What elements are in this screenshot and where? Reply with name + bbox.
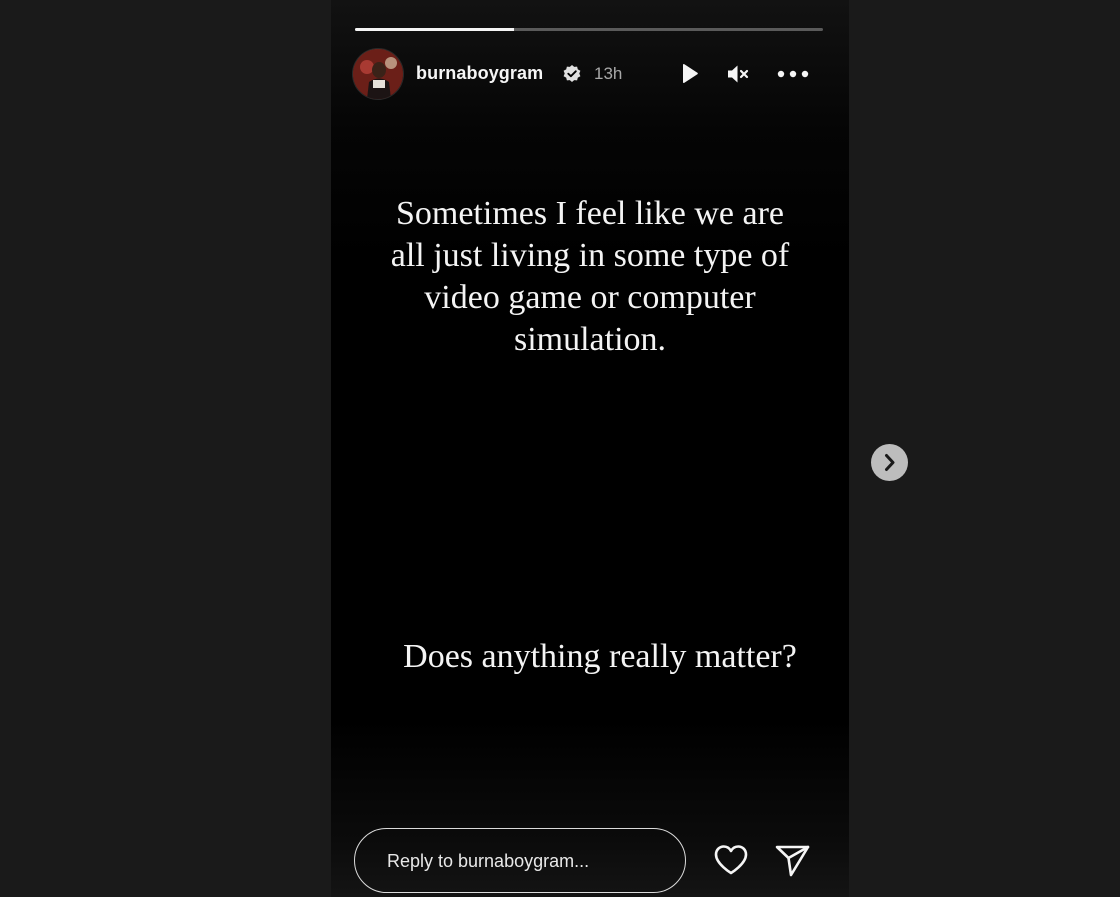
story-progress-fill xyxy=(355,28,515,31)
story-text-line: simulation. xyxy=(513,321,667,358)
reply-field-container[interactable] xyxy=(354,828,686,893)
story-text-main: Sometimes I feel like we are all just li… xyxy=(331,193,849,361)
story-text-line: Sometimes I feel like we are xyxy=(395,195,784,232)
story-card[interactable]: burnaboygram 13h Sometimes I feel like w… xyxy=(331,0,849,897)
muted-speaker-icon[interactable] xyxy=(725,61,751,87)
verified-badge-icon xyxy=(562,64,582,84)
story-text-line: video game or computer xyxy=(424,279,756,316)
story-progress-bar xyxy=(355,28,823,31)
story-header: burnaboygram 13h xyxy=(353,49,815,99)
play-icon[interactable] xyxy=(676,61,702,87)
story-timestamp: 13h xyxy=(594,64,623,83)
heart-icon[interactable] xyxy=(711,840,751,880)
next-story-button[interactable] xyxy=(871,444,908,481)
story-text-line: all just living in some type of xyxy=(390,237,790,274)
story-viewer-page: burnaboygram 13h Sometimes I feel like w… xyxy=(0,0,1120,897)
avatar-image xyxy=(353,49,403,99)
chevron-right-icon xyxy=(885,454,895,471)
story-text-question: Does anything really matter? xyxy=(403,638,797,675)
more-options-icon[interactable] xyxy=(776,61,810,87)
username[interactable]: burnaboygram xyxy=(416,63,543,84)
reply-input[interactable] xyxy=(385,829,679,893)
avatar[interactable] xyxy=(353,49,403,99)
send-icon[interactable] xyxy=(773,840,813,880)
